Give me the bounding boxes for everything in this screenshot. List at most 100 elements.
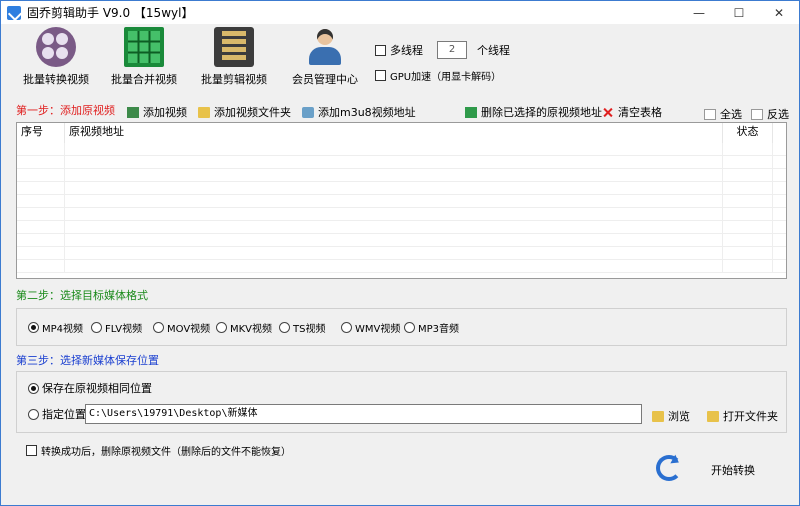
delete-after-checkbox[interactable] [26,445,37,456]
format-radio-mkv[interactable] [216,322,227,333]
merge-grid-icon [124,27,164,67]
format-label-mkv: MKV视频 [230,324,273,335]
browse-label: 浏览 [668,410,690,423]
gpu-option: GPU加速（用显卡解码） [375,68,501,83]
open-folder-label: 打开文件夹 [723,410,778,423]
format-label-mp3: MP3音频 [418,324,460,335]
format-radio-mp4[interactable] [28,322,39,333]
format-option-mov[interactable]: MOV视频 [153,320,210,335]
window-controls: — ☐ ✕ [679,1,799,24]
thread-count-input[interactable]: 2 [437,41,467,59]
browse-folder-icon [652,410,664,422]
column-status[interactable]: 状态 [723,123,773,143]
format-radio-ts[interactable] [279,322,290,333]
batch-edit-label: 批量剪辑视频 [201,73,267,86]
browse-button[interactable]: 浏览 [652,408,690,424]
table-row [17,247,786,260]
save-same-label: 保存在原视频相同位置 [42,382,152,395]
table-row [17,221,786,234]
app-window: 固乔剪辑助手 V9.0 【15wyl】 — ☐ ✕ 批量转换视频 批量合并视频 … [0,0,800,506]
format-label-ts: TS视频 [293,324,326,335]
save-custom-label: 指定位置 [42,408,86,421]
add-folder-button[interactable]: 添加视频文件夹 [198,104,291,120]
add-video-icon [127,106,139,118]
invert-label: 反选 [767,108,789,121]
save-custom-radio[interactable] [28,408,39,420]
select-all-button[interactable]: 全选 [704,106,742,122]
gpu-checkbox[interactable] [375,70,386,81]
add-folder-label: 添加视频文件夹 [214,106,291,119]
clear-table-label: 清空表格 [618,106,662,119]
gpu-label: GPU加速（用显卡解码） [390,72,502,83]
add-m3u8-label: 添加m3u8视频地址 [318,106,416,119]
start-convert-button[interactable]: 开始转换 [711,462,755,478]
batch-convert-label: 批量转换视频 [23,73,89,86]
remove-selected-label: 删除已选择的原视频地址 [481,106,602,119]
batch-merge-button[interactable]: 批量合并视频 [104,27,184,87]
multithread-checkbox[interactable] [375,44,386,56]
select-all-label: 全选 [720,108,742,121]
clear-table-button[interactable]: 清空表格 [602,104,662,120]
title-bar: 固乔剪辑助手 V9.0 【15wyl】 — ☐ ✕ [1,1,799,24]
save-path-input[interactable]: C:\Users\19791\Desktop\新媒体 [85,404,642,424]
delete-after-option: 转换成功后，删除原视频文件（删除后的文件不能恢复） [26,443,291,458]
batch-convert-button[interactable]: 批量转换视频 [16,27,96,87]
table-row [17,143,786,156]
refresh-convert-icon[interactable] [656,455,682,481]
add-video-label: 添加视频 [143,106,187,119]
folder-icon [198,106,210,118]
video-table[interactable]: 序号 原视频地址 状态 [16,122,787,279]
table-header: 序号 原视频地址 状态 [17,123,786,143]
step1-title: 第一步：添加原视频 [16,104,115,117]
save-same-radio[interactable] [28,382,39,394]
format-label-mp4: MP4视频 [42,324,84,335]
delete-list-icon [465,106,477,118]
batch-merge-label: 批量合并视频 [111,73,177,86]
remove-selected-button[interactable]: 删除已选择的原视频地址 [465,104,602,120]
format-radio-flv[interactable] [91,322,102,333]
format-option-mp4[interactable]: MP4视频 [28,320,83,335]
step3-title: 第三步：选择新媒体保存位置 [16,354,159,367]
save-custom-location-option[interactable]: 指定位置 [28,406,86,422]
format-option-mkv[interactable]: MKV视频 [216,320,272,335]
format-option-ts[interactable]: TS视频 [279,320,325,335]
format-option-wmv[interactable]: WMV视频 [341,320,400,335]
column-path[interactable]: 原视频地址 [65,123,723,143]
format-radio-mp3[interactable] [404,322,415,333]
multithread-label: 多线程 [390,44,423,57]
table-row [17,260,786,273]
format-radio-wmv[interactable] [341,322,352,333]
table-row [17,195,786,208]
member-center-button[interactable]: 会员管理中心 [285,27,365,87]
invert-selection-button[interactable]: 反选 [751,106,789,122]
format-radio-mov[interactable] [153,322,164,333]
clear-x-icon [602,107,614,118]
maximize-button[interactable]: ☐ [719,1,759,24]
member-center-label: 会员管理中心 [292,73,358,86]
multithread-option: 多线程 2 个线程 [375,41,510,59]
format-label-flv: FLV视频 [105,324,143,335]
window-title: 固乔剪辑助手 V9.0 【15wyl】 [27,6,194,20]
format-option-mp3[interactable]: MP3音频 [404,320,459,335]
step2-title: 第二步：选择目标媒体格式 [16,289,148,302]
invert-icon [751,108,763,120]
thread-unit-label: 个线程 [477,44,510,57]
table-row [17,234,786,247]
close-button[interactable]: ✕ [759,1,799,24]
column-seq[interactable]: 序号 [17,123,65,143]
add-video-button[interactable]: 添加视频 [127,104,187,120]
format-option-flv[interactable]: FLV视频 [91,320,142,335]
app-logo-icon [7,5,21,20]
minimize-button[interactable]: — [679,1,719,24]
film-reel-icon [36,27,76,67]
table-body [17,143,786,273]
link-icon [302,106,314,118]
save-same-location-option[interactable]: 保存在原视频相同位置 [28,380,152,396]
open-folder-button[interactable]: 打开文件夹 [707,408,778,424]
add-m3u8-button[interactable]: 添加m3u8视频地址 [302,104,416,120]
table-row [17,208,786,221]
format-label-wmv: WMV视频 [355,324,401,335]
batch-edit-button[interactable]: 批量剪辑视频 [194,27,274,87]
film-strip-icon [214,27,254,67]
format-label-mov: MOV视频 [167,324,211,335]
